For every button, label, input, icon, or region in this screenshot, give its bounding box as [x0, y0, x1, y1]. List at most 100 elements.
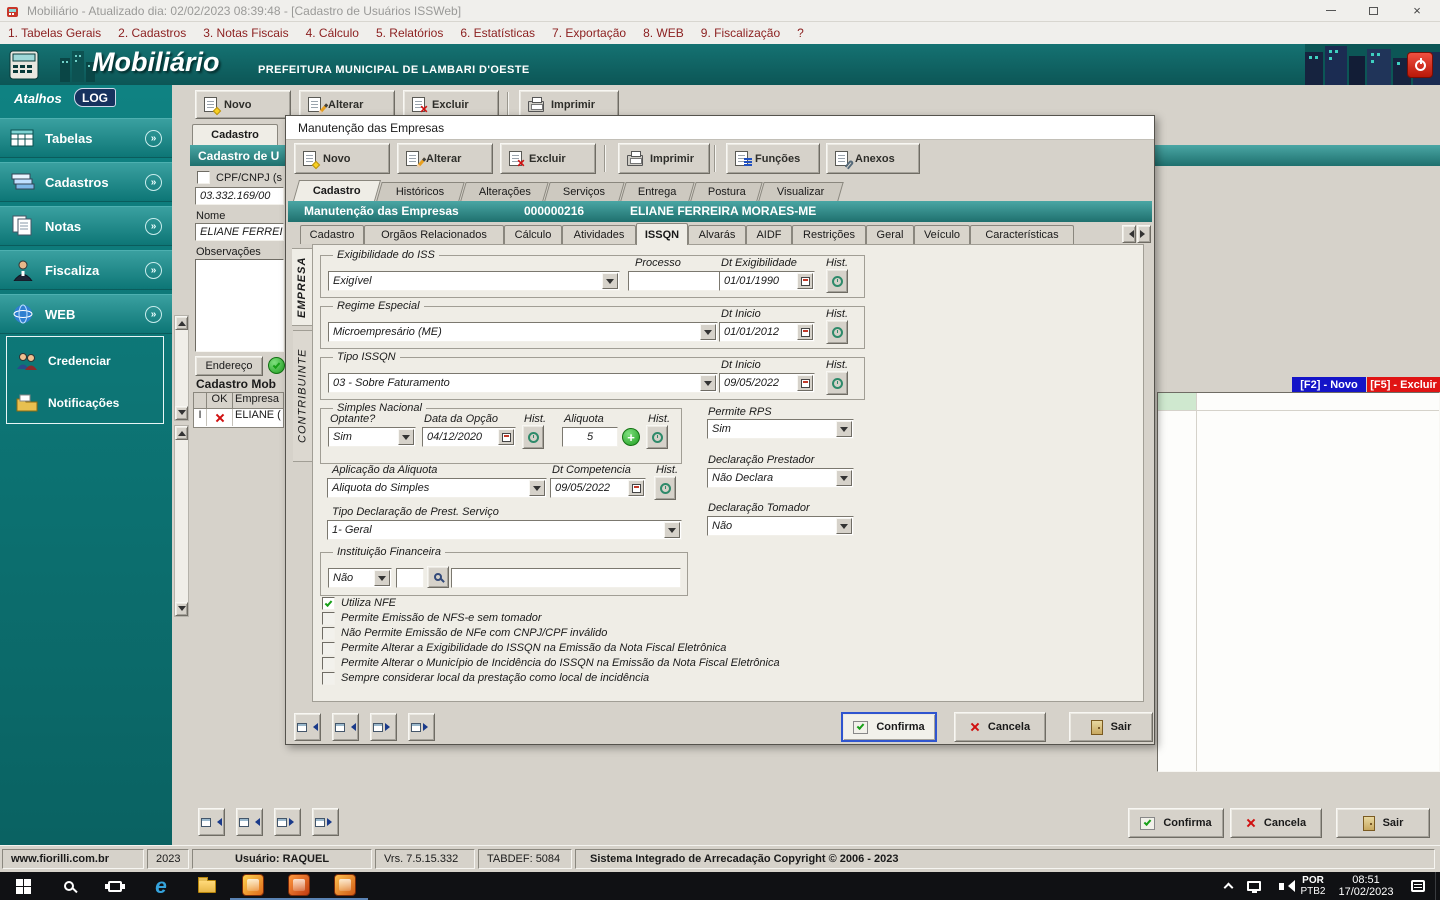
- utiliza-nfe-checkbox[interactable]: [322, 597, 335, 610]
- show-desktop-button[interactable]: [1435, 872, 1440, 900]
- modal-excluir-button[interactable]: Excluir: [500, 143, 596, 174]
- file-explorer-button[interactable]: [184, 872, 230, 900]
- main-tab-cadastro[interactable]: Cadastro: [192, 124, 278, 145]
- aplicacao-aliquota-select[interactable]: Aliquota do Simples: [327, 478, 547, 498]
- sidebar-item-web[interactable]: WEB »: [0, 294, 172, 334]
- add-aliquota-button[interactable]: +: [622, 428, 640, 446]
- tab-inner-calculo[interactable]: Cálculo: [504, 225, 562, 244]
- dropdown-arrow-icon[interactable]: [700, 324, 716, 340]
- record-last-button[interactable]: [312, 808, 339, 836]
- nfse-sem-tomador-checkbox[interactable]: [322, 612, 335, 625]
- app-button-2[interactable]: [276, 872, 322, 900]
- record-first-button[interactable]: [294, 713, 321, 741]
- cpf-field[interactable]: 03.332.169/00: [195, 187, 284, 205]
- dropdown-arrow-icon[interactable]: [529, 480, 545, 496]
- grid-row[interactable]: I ELIANE (: [194, 409, 283, 426]
- sidebar-item-notificacoes[interactable]: Notificações: [7, 385, 163, 421]
- aliquota-field[interactable]: 5: [562, 427, 618, 447]
- declaracao-prestador-select[interactable]: Não Declara: [707, 468, 854, 488]
- instituicao-search-button[interactable]: [427, 566, 449, 588]
- modal-funcoes-button[interactable]: Funções: [726, 143, 820, 174]
- optante-select[interactable]: Sim: [328, 427, 416, 447]
- dropdown-arrow-icon[interactable]: [836, 470, 852, 486]
- tabs-scroll-right-button[interactable]: [1137, 225, 1151, 243]
- record-prev-button[interactable]: [332, 713, 359, 741]
- processo-field[interactable]: [628, 271, 720, 291]
- tab-entrega[interactable]: Entrega: [620, 182, 695, 201]
- dropdown-arrow-icon[interactable]: [602, 273, 618, 289]
- tab-inner-cadastro[interactable]: Cadastro: [300, 225, 364, 244]
- expand-chevron-icon[interactable]: »: [145, 217, 162, 235]
- modal-confirma-button[interactable]: Confirma: [841, 712, 937, 742]
- dialog-titlebar[interactable]: Manutenção das Empresas: [286, 116, 1154, 140]
- calendar-button[interactable]: [797, 273, 813, 289]
- menu-calculo[interactable]: 4. Cálculo: [306, 26, 359, 40]
- main-sair-button[interactable]: Sair: [1336, 808, 1430, 838]
- menu-web[interactable]: 8. WEB: [643, 26, 684, 40]
- modal-novo-button[interactable]: Novo: [294, 143, 390, 174]
- dropdown-arrow-icon[interactable]: [374, 570, 390, 586]
- minimize-button[interactable]: [1310, 0, 1352, 22]
- record-next-button[interactable]: [274, 808, 301, 836]
- taskbar-search-button[interactable]: [46, 872, 92, 900]
- side-tab-contribuinte[interactable]: CONTRIBUINTE: [293, 330, 313, 462]
- permite-rps-select[interactable]: Sim: [707, 419, 854, 439]
- tab-alteracoes[interactable]: Alterações: [460, 182, 549, 201]
- expand-chevron-icon[interactable]: »: [145, 173, 162, 191]
- side-tab-empresa[interactable]: EMPRESA: [292, 248, 313, 326]
- sidebar-item-credenciar[interactable]: Credenciar: [7, 343, 163, 379]
- nome-field[interactable]: ELIANE FERREI: [195, 223, 284, 241]
- alterar-municipio-checkbox[interactable]: [322, 657, 335, 670]
- hist-button[interactable]: [826, 320, 848, 344]
- tipo-issqn-select[interactable]: 03 - Sobre Faturamento: [328, 373, 718, 393]
- dt-exigibilidade-field[interactable]: 01/01/1990: [719, 271, 815, 291]
- menu-tabelas-gerais[interactable]: 1. Tabelas Gerais: [8, 26, 101, 40]
- nfe-cnpj-invalido-checkbox[interactable]: [322, 627, 335, 640]
- calendar-button[interactable]: [797, 324, 813, 340]
- data-opcao-field[interactable]: 04/12/2020: [422, 427, 516, 447]
- observacoes-textarea[interactable]: [195, 259, 284, 352]
- endereco-button[interactable]: Endereço: [195, 356, 263, 376]
- clock[interactable]: 08:51 17/02/2023: [1331, 874, 1401, 898]
- hist-button[interactable]: [826, 269, 848, 293]
- tab-inner-alvaras[interactable]: Alvarás: [688, 225, 746, 244]
- hist-button[interactable]: [522, 425, 544, 449]
- dt-inicio-field[interactable]: 01/01/2012: [719, 322, 815, 342]
- modal-alterar-button[interactable]: Alterar: [397, 143, 493, 174]
- expand-chevron-icon[interactable]: »: [145, 305, 162, 323]
- calendar-button[interactable]: [628, 480, 644, 496]
- alterar-exigibilidade-checkbox[interactable]: [322, 642, 335, 655]
- menu-estatisticas[interactable]: 6. Estatísticas: [460, 26, 535, 40]
- main-cancela-button[interactable]: Cancela: [1230, 808, 1322, 838]
- tab-postura[interactable]: Postura: [690, 182, 763, 201]
- local-prestacao-checkbox[interactable]: [322, 672, 335, 685]
- tab-inner-geral[interactable]: Geral: [866, 225, 914, 244]
- main-novo-button[interactable]: Novo: [195, 90, 291, 119]
- modal-sair-button[interactable]: Sair: [1069, 712, 1153, 742]
- scroll-down-button[interactable]: [175, 602, 188, 616]
- sidebar-item-notas[interactable]: Notas »: [0, 206, 172, 246]
- sidebar-item-cadastros[interactable]: Cadastros »: [0, 162, 172, 202]
- exigibilidade-select[interactable]: Exigível: [328, 271, 620, 291]
- tabs-scroll-left-button[interactable]: [1122, 225, 1136, 243]
- tray-expand-button[interactable]: [1215, 872, 1241, 900]
- record-last-button[interactable]: [408, 713, 435, 741]
- tab-inner-veiculo[interactable]: Veículo: [914, 225, 970, 244]
- notification-center-button[interactable]: [1401, 872, 1435, 900]
- dt-competencia-field[interactable]: 09/05/2022: [550, 478, 646, 498]
- vertical-scrollbar[interactable]: [174, 425, 189, 617]
- dropdown-arrow-icon[interactable]: [700, 375, 716, 391]
- tab-servicos[interactable]: Serviços: [544, 182, 625, 201]
- header-exit-button[interactable]: [1407, 52, 1433, 78]
- regime-select[interactable]: Microempresário (ME): [328, 322, 718, 342]
- task-view-button[interactable]: [92, 872, 138, 900]
- tab-cadastro[interactable]: Cadastro: [292, 180, 382, 201]
- dropdown-arrow-icon[interactable]: [664, 522, 680, 538]
- record-first-button[interactable]: [198, 808, 225, 836]
- tab-inner-restricoes[interactable]: Restrições: [792, 225, 866, 244]
- modal-cancela-button[interactable]: Cancela: [954, 712, 1046, 742]
- dropdown-arrow-icon[interactable]: [836, 518, 852, 534]
- hist-button[interactable]: [826, 371, 848, 395]
- tab-inner-caracteristicas[interactable]: Características: [970, 225, 1074, 244]
- app-button-1[interactable]: [230, 872, 276, 900]
